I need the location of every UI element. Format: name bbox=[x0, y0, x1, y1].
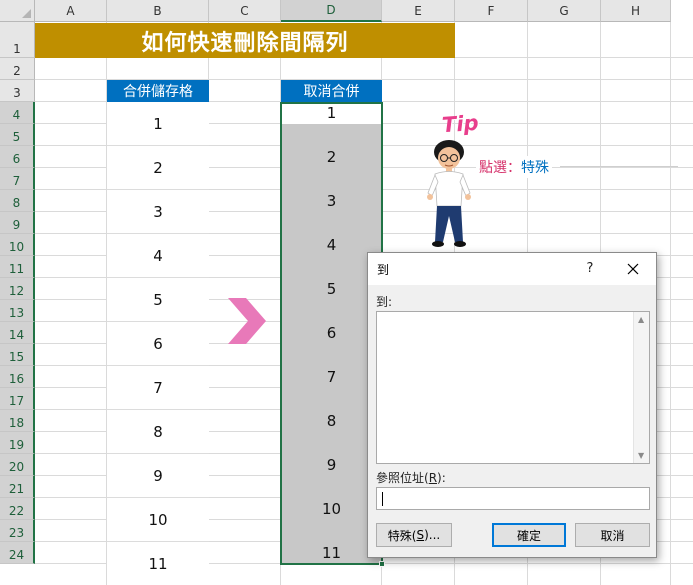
merged-cell[interactable]: 8 bbox=[107, 410, 209, 454]
row-header-1[interactable]: 1 bbox=[0, 22, 35, 58]
row-header-24[interactable]: 24 bbox=[0, 542, 35, 564]
special-button-post: )... bbox=[424, 528, 441, 542]
reference-input[interactable] bbox=[376, 487, 650, 510]
help-icon: ? bbox=[586, 260, 594, 276]
row-header-10[interactable]: 10 bbox=[0, 234, 35, 256]
merged-cell[interactable]: 11 bbox=[107, 542, 209, 585]
special-button[interactable]: 特殊(S)... bbox=[376, 523, 452, 547]
column-header-f[interactable]: F bbox=[455, 0, 528, 22]
arrow-right-icon bbox=[228, 298, 266, 344]
column-header-c[interactable]: C bbox=[209, 0, 281, 22]
ok-button[interactable]: 確定 bbox=[492, 523, 566, 547]
row-header-19[interactable]: 19 bbox=[0, 432, 35, 454]
merged-cell[interactable]: 5 bbox=[107, 278, 209, 322]
special-button-key: S bbox=[416, 528, 425, 542]
cartoon-avatar-icon bbox=[427, 140, 471, 247]
merged-cell[interactable]: 4 bbox=[107, 234, 209, 278]
cancel-button[interactable]: 取消 bbox=[575, 523, 650, 547]
row-header-12[interactable]: 12 bbox=[0, 278, 35, 300]
tip-label: Tip bbox=[441, 110, 480, 138]
tip-callout-prefix: 點選： bbox=[479, 160, 521, 176]
close-icon bbox=[627, 263, 639, 275]
row-header-11[interactable]: 11 bbox=[0, 256, 35, 278]
callout-divider bbox=[560, 166, 678, 167]
row-header-4[interactable]: 4 bbox=[0, 102, 35, 124]
text-caret bbox=[382, 492, 383, 506]
listbox-scrollbar[interactable]: ▲ ▼ bbox=[633, 312, 649, 463]
unmerge-header-label: 取消合併 bbox=[303, 84, 360, 100]
sheet-title-cell[interactable]: 如何快速刪除間隔列 bbox=[35, 23, 455, 58]
goto-list-label: 到: bbox=[376, 295, 393, 309]
merged-cell[interactable]: 9 bbox=[107, 454, 209, 498]
row-header-23[interactable]: 23 bbox=[0, 520, 35, 542]
row-header-21[interactable]: 21 bbox=[0, 476, 35, 498]
row-header-2[interactable]: 2 bbox=[0, 58, 35, 80]
merged-cell[interactable]: 2 bbox=[107, 146, 209, 190]
dialog-title: 到 bbox=[377, 263, 390, 277]
row-header-18[interactable]: 18 bbox=[0, 410, 35, 432]
merged-cell[interactable]: 3 bbox=[107, 190, 209, 234]
goto-dialog[interactable]: 到 ? 到: ▲ ▼ 參照位址(R): 特殊(S)... 確定 取消 bbox=[367, 252, 657, 558]
row-header-5[interactable]: 5 bbox=[0, 124, 35, 146]
fill-handle[interactable] bbox=[379, 561, 385, 567]
tip-callout: 點選：特殊 bbox=[476, 156, 552, 178]
row-header-15[interactable]: 15 bbox=[0, 344, 35, 366]
help-button[interactable]: ? bbox=[580, 258, 600, 278]
row-header-13[interactable]: 13 bbox=[0, 300, 35, 322]
scroll-down-icon[interactable]: ▼ bbox=[638, 451, 644, 460]
row-header-3[interactable]: 3 bbox=[0, 80, 35, 102]
merged-cell[interactable]: 6 bbox=[107, 322, 209, 366]
column-header-a[interactable]: A bbox=[35, 0, 107, 22]
column-header-g[interactable]: G bbox=[528, 0, 601, 22]
column-header-b[interactable]: B bbox=[107, 0, 209, 22]
merged-cell[interactable]: 1 bbox=[107, 102, 209, 146]
row-header-8[interactable]: 8 bbox=[0, 190, 35, 212]
row-header-14[interactable]: 14 bbox=[0, 322, 35, 344]
row-header-9[interactable]: 9 bbox=[0, 212, 35, 234]
unmerge-header[interactable]: 取消合併 bbox=[281, 80, 382, 102]
row-header-6[interactable]: 6 bbox=[0, 146, 35, 168]
select-all-corner[interactable] bbox=[0, 0, 35, 22]
scroll-up-icon[interactable]: ▲ bbox=[638, 315, 644, 324]
row-header-7[interactable]: 7 bbox=[0, 168, 35, 190]
cancel-button-label: 取消 bbox=[600, 528, 625, 543]
reference-label-key: R bbox=[428, 471, 438, 485]
row-header-17[interactable]: 17 bbox=[0, 388, 35, 410]
merged-cell[interactable]: 10 bbox=[107, 498, 209, 542]
dialog-titlebar[interactable]: 到 ? bbox=[368, 253, 656, 285]
row-header-20[interactable]: 20 bbox=[0, 454, 35, 476]
merged-cells-header[interactable]: 合併儲存格 bbox=[107, 80, 209, 102]
goto-listbox[interactable]: ▲ ▼ bbox=[376, 311, 650, 464]
spreadsheet[interactable]: ABCDEFGH 1 2 3 4 5 6 7 8 9 10 11 12 13 14 15 16 17 18 19 20… bbox=[0, 0, 693, 585]
tip-callout-target: 特殊 bbox=[521, 160, 549, 176]
reference-label: 參照位址(R): bbox=[376, 469, 446, 486]
column-header-e[interactable]: E bbox=[382, 0, 455, 22]
grid-line-vertical bbox=[670, 22, 671, 585]
row-header-16[interactable]: 16 bbox=[0, 366, 35, 388]
column-header-d[interactable]: D bbox=[281, 0, 382, 22]
close-button[interactable] bbox=[621, 258, 645, 280]
row-header-22[interactable]: 22 bbox=[0, 498, 35, 520]
special-button-pre: 特殊( bbox=[387, 528, 417, 543]
merged-cells-header-label: 合併儲存格 bbox=[123, 84, 193, 100]
ok-button-label: 確定 bbox=[516, 528, 541, 543]
reference-label-pre: 參照位址( bbox=[376, 471, 429, 485]
column-header-h[interactable]: H bbox=[601, 0, 671, 22]
reference-label-post: ): bbox=[437, 471, 446, 485]
merged-cell[interactable]: 7 bbox=[107, 366, 209, 410]
sheet-title: 如何快速刪除間隔列 bbox=[141, 30, 349, 56]
